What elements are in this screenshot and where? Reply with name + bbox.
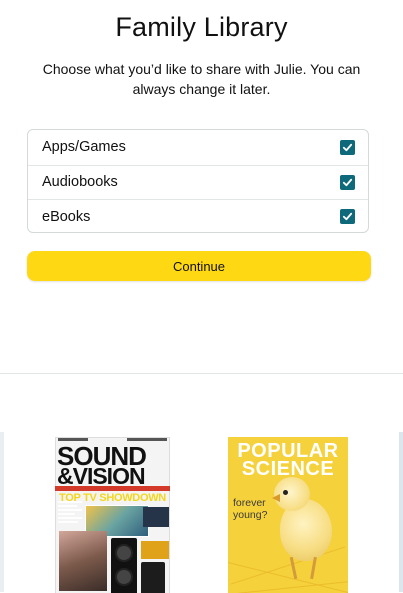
checkmark-icon	[342, 213, 353, 221]
previous-cover-edge[interactable]	[0, 432, 4, 592]
option-label: Audiobooks	[42, 174, 118, 191]
checkmark-icon	[342, 143, 353, 151]
ebooks-checkbox[interactable]	[340, 209, 355, 225]
option-apps-games[interactable]: Apps/Games	[28, 130, 368, 165]
speaker-image	[111, 538, 137, 593]
popular-science-masthead: POPULAR SCIENCE	[237, 440, 339, 480]
option-label: Apps/Games	[42, 139, 126, 156]
page-title: Family Library	[115, 12, 288, 42]
continue-button[interactable]: Continue	[27, 251, 371, 281]
popular-science-cover[interactable]: POPULAR SCIENCE forever young?	[228, 437, 348, 593]
next-cover-edge[interactable]	[399, 432, 403, 592]
sound-vision-masthead-2: &VISION	[57, 463, 146, 489]
apps-games-checkbox[interactable]	[340, 139, 355, 155]
option-label: eBooks	[42, 208, 91, 225]
cover-carousel[interactable]: SOUND &VISION TOP TV SHOWDOWN POPULAR SC…	[0, 374, 403, 593]
option-ebooks[interactable]: eBooks	[28, 199, 368, 234]
option-audiobooks[interactable]: Audiobooks	[28, 164, 368, 200]
sound-vision-cover[interactable]: SOUND &VISION TOP TV SHOWDOWN	[55, 437, 170, 593]
popular-science-tagline: forever young?	[233, 497, 268, 521]
page-subtitle: Choose what you’d like to share with Jul…	[42, 61, 361, 97]
share-options-list: Apps/Games Audiobooks eBooks	[27, 129, 369, 233]
audiobooks-checkbox[interactable]	[340, 174, 355, 190]
living-room-image	[59, 531, 107, 591]
speaker-image-2	[141, 562, 165, 593]
checkmark-icon	[342, 178, 353, 187]
